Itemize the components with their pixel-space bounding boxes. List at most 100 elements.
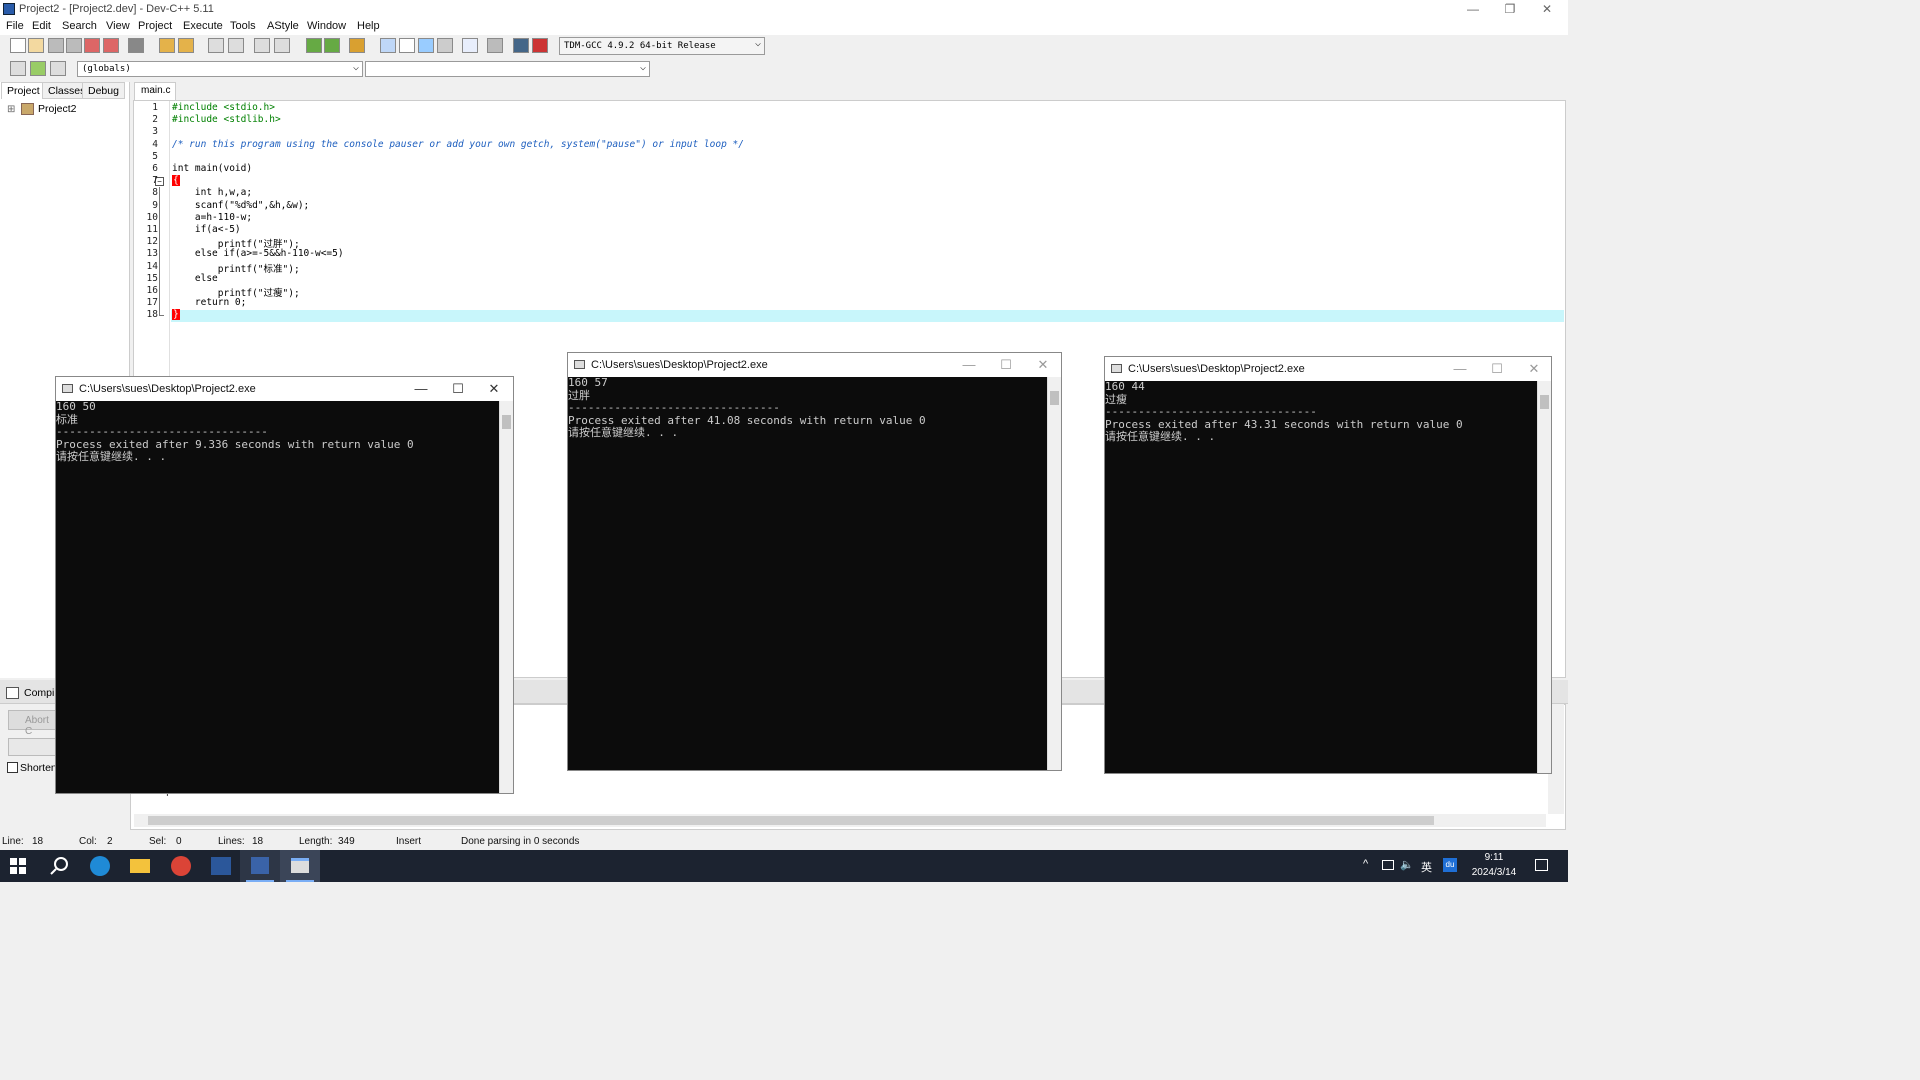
menu-execute[interactable]: Execute bbox=[183, 20, 223, 32]
goto-file-icon[interactable] bbox=[50, 61, 66, 76]
minimize-button[interactable]: — bbox=[959, 357, 979, 372]
console-scrollbar[interactable] bbox=[499, 401, 513, 793]
close-button[interactable]: ✕ bbox=[1033, 357, 1053, 373]
tree-item-project2[interactable]: Project2 bbox=[38, 103, 77, 115]
code-line[interactable]: if(a<-5) bbox=[172, 224, 241, 235]
restore-button[interactable]: ❐ bbox=[1494, 1, 1526, 17]
compiler-select[interactable]: TDM-GCC 4.9.2 64-bit Release ⌵ bbox=[559, 37, 765, 55]
save-icon[interactable] bbox=[48, 38, 64, 53]
word-icon[interactable] bbox=[211, 857, 231, 875]
save-all-icon[interactable] bbox=[66, 38, 82, 53]
find-icon[interactable] bbox=[208, 38, 224, 53]
bookmark-icon[interactable] bbox=[349, 38, 365, 53]
console-window-2[interactable]: C:\Users\sues\Desktop\Project2.exe — ☐ ✕… bbox=[567, 352, 1062, 771]
insert-icon[interactable] bbox=[10, 61, 26, 76]
baidu-input-icon[interactable]: du bbox=[1443, 858, 1457, 872]
minimize-button[interactable]: — bbox=[411, 381, 431, 396]
windows-start-icon[interactable] bbox=[10, 858, 26, 874]
file-explorer-icon[interactable] bbox=[130, 859, 150, 873]
indent-icon[interactable] bbox=[254, 38, 270, 53]
code-line[interactable]: else bbox=[172, 273, 218, 284]
chart-icon[interactable] bbox=[513, 38, 529, 53]
clock-time[interactable]: 9:11 bbox=[1468, 852, 1520, 863]
open-file-icon[interactable] bbox=[28, 38, 44, 53]
network-icon[interactable] bbox=[1382, 860, 1394, 870]
syntax-check-icon[interactable] bbox=[462, 38, 478, 53]
notification-icon[interactable] bbox=[1535, 859, 1548, 871]
run-icon[interactable] bbox=[399, 38, 415, 53]
toggle-icon[interactable] bbox=[30, 61, 46, 76]
stop-icon[interactable] bbox=[487, 38, 503, 53]
edge-icon[interactable] bbox=[90, 856, 110, 876]
close-file-icon[interactable] bbox=[84, 38, 100, 53]
code-line[interactable]: scanf("%d%d",&h,&w); bbox=[172, 200, 309, 211]
menu-window[interactable]: Window bbox=[307, 20, 346, 32]
code-line[interactable]: } bbox=[172, 309, 180, 321]
print-icon[interactable] bbox=[128, 38, 144, 53]
minimize-button[interactable]: — bbox=[1457, 1, 1489, 17]
code-line[interactable]: int h,w,a; bbox=[172, 187, 252, 198]
code-line[interactable]: return 0; bbox=[172, 297, 246, 308]
goto-icon[interactable] bbox=[306, 38, 322, 53]
code-line[interactable]: #include <stdio.h> bbox=[172, 102, 275, 113]
clock-date[interactable]: 2024/3/14 bbox=[1468, 867, 1520, 878]
code-line[interactable]: /* run this program using the console pa… bbox=[172, 139, 744, 150]
tab-project[interactable]: Project bbox=[1, 82, 46, 99]
console-scrollbar[interactable] bbox=[1047, 377, 1061, 770]
compile-run-icon[interactable] bbox=[418, 38, 434, 53]
member-combo[interactable]: ⌵ bbox=[365, 61, 650, 77]
unindent-icon[interactable] bbox=[274, 38, 290, 53]
tab-main-c[interactable]: main.c bbox=[134, 82, 176, 100]
console-window-1[interactable]: C:\Users\sues\Desktop\Project2.exe — ☐ ✕… bbox=[55, 376, 514, 794]
menu-help[interactable]: Help bbox=[357, 20, 380, 32]
maximize-button[interactable]: ☐ bbox=[448, 381, 468, 397]
search-icon[interactable] bbox=[50, 857, 70, 875]
goback-icon[interactable] bbox=[324, 38, 340, 53]
console-output[interactable]: 160 44 过瘦 --------------------------------… bbox=[1105, 381, 1537, 773]
chrome-icon[interactable] bbox=[171, 856, 191, 876]
close-button[interactable]: ✕ bbox=[484, 381, 504, 397]
redo-icon[interactable] bbox=[178, 38, 194, 53]
code-line[interactable]: else if(a>=-5&&h-110-w<=5) bbox=[172, 248, 344, 259]
console-scrollbar[interactable] bbox=[1537, 381, 1551, 773]
tree-expander-icon[interactable]: ⊞ bbox=[7, 104, 15, 115]
tray-chevron-icon[interactable]: ^ bbox=[1363, 858, 1368, 870]
console-window-3[interactable]: C:\Users\sues\Desktop\Project2.exe — ☐ ✕… bbox=[1104, 356, 1552, 774]
tab-debug[interactable]: Debug bbox=[82, 82, 125, 99]
code-line[interactable]: int main(void) bbox=[172, 163, 252, 174]
code-line[interactable]: a=h-110-w; bbox=[172, 212, 252, 223]
console-titlebar[interactable]: C:\Users\sues\Desktop\Project2.exe — ☐ ✕ bbox=[568, 353, 1061, 377]
maximize-button[interactable]: ☐ bbox=[996, 357, 1016, 373]
menu-view[interactable]: View bbox=[106, 20, 130, 32]
minimize-button[interactable]: — bbox=[1450, 361, 1470, 376]
close-button[interactable]: ✕ bbox=[1524, 361, 1544, 377]
code-line[interactable]: #include <stdlib.h> bbox=[172, 114, 281, 125]
rebuild-icon[interactable] bbox=[437, 38, 453, 53]
menu-astyle[interactable]: AStyle bbox=[267, 20, 299, 32]
menu-edit[interactable]: Edit bbox=[32, 20, 51, 32]
debug-icon[interactable] bbox=[532, 38, 548, 53]
scope-combo[interactable]: (globals) ⌵ bbox=[77, 61, 363, 77]
compiler-option-field[interactable] bbox=[8, 738, 56, 756]
console-output[interactable]: 160 50 标准 --------------------------------… bbox=[56, 401, 499, 793]
volume-icon[interactable]: 🔈 bbox=[1400, 858, 1414, 871]
code-line[interactable]: { bbox=[172, 175, 180, 187]
maximize-button[interactable]: ☐ bbox=[1487, 361, 1507, 377]
console-output[interactable]: 160 57 过胖 --------------------------------… bbox=[568, 377, 1047, 770]
menu-project[interactable]: Project bbox=[138, 20, 172, 32]
close-all-icon[interactable] bbox=[103, 38, 119, 53]
tab-compiler[interactable]: Compi bbox=[24, 687, 54, 699]
devcpp-task[interactable] bbox=[240, 850, 280, 882]
replace-icon[interactable] bbox=[228, 38, 244, 53]
ime-indicator[interactable]: 英 bbox=[1421, 859, 1432, 875]
shorten-checkbox[interactable] bbox=[7, 762, 18, 773]
console-titlebar[interactable]: C:\Users\sues\Desktop\Project2.exe — ☐ ✕ bbox=[56, 377, 513, 401]
menu-tools[interactable]: Tools bbox=[230, 20, 256, 32]
scrollbar-thumb[interactable] bbox=[148, 816, 1434, 825]
console-titlebar[interactable]: C:\Users\sues\Desktop\Project2.exe — ☐ ✕ bbox=[1105, 357, 1551, 381]
menu-search[interactable]: Search bbox=[62, 20, 97, 32]
new-file-icon[interactable] bbox=[10, 38, 26, 53]
console-task[interactable] bbox=[280, 850, 320, 882]
abort-compilation-button[interactable]: Abort C bbox=[8, 710, 56, 737]
undo-icon[interactable] bbox=[159, 38, 175, 53]
